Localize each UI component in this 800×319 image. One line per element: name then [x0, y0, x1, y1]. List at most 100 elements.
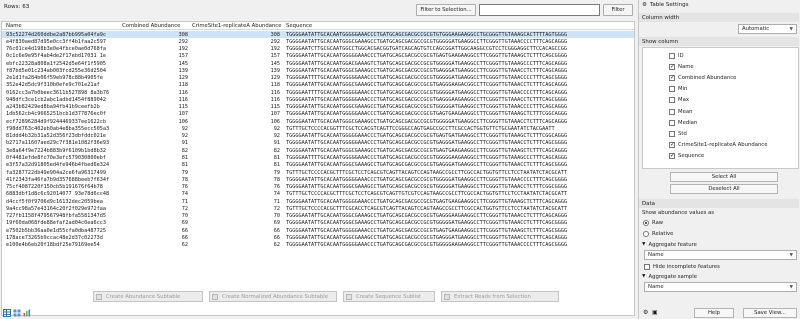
aggregate-sample-header[interactable]: ▼ Aggregate sample: [642, 272, 697, 281]
column-header-replicate-abundance[interactable]: CrimeSite1-replicateA Abundance: [192, 23, 281, 29]
column-toggle[interactable]: Mean: [669, 107, 692, 116]
table-row[interactable]: a243b82429ed8ba94fb41b9ceefb2b 115 115 TGGG…: [2, 104, 634, 111]
aggregate-feature-select[interactable]: Name ▼: [644, 250, 797, 260]
data-section[interactable]: Data: [639, 199, 799, 208]
column-toggle[interactable]: Max: [669, 96, 689, 105]
table-row[interactable]: 19f60da068fde88efaf2ad04c0ea6cc3 69 69 TGGG…: [2, 220, 634, 227]
column-checkbox[interactable]: [669, 74, 675, 81]
table-row[interactable]: 41f2343fa46fa7b9d357688beeb7f634f 78 78 TGG…: [2, 176, 634, 183]
table-row[interactable]: e3f57a32d91805ed4fe946b4fbed6e324 81 81 TGG…: [2, 162, 634, 169]
table-row[interactable]: d4ccf5f0f9706d9c16132dec2059bea 71 71 TGGGG…: [2, 198, 634, 205]
table-row[interactable]: ebfc22328a808a1f2542d5e64f1f5905 145 145 TG…: [2, 60, 634, 67]
table-row[interactable]: ecf72896284d9f9244469337ee1622cb 106 106 TG…: [2, 118, 634, 125]
filter-input[interactable]: [479, 4, 600, 16]
show-column-section[interactable]: Show column: [639, 37, 799, 46]
deselect-all-button[interactable]: Deselect All: [670, 184, 778, 194]
table-row[interactable]: 2e1d1fa284b06f59eb978c88b4905fe 129 129 TGG…: [2, 75, 634, 82]
column-toggle[interactable]: ID: [669, 51, 684, 60]
save-view-button[interactable]: Save View...: [743, 308, 797, 318]
table-row[interactable]: 76c01ce4d198b3e0e4fbce0ae0d768fa 192 192 TG…: [2, 46, 634, 53]
relative-option[interactable]: Relative: [643, 229, 673, 238]
raw-option[interactable]: Raw: [643, 218, 663, 227]
extract-reads-button[interactable]: Extract Reads from Selection: [441, 291, 559, 302]
cell-replicate-abundance: 145: [270, 60, 280, 67]
column-toggle[interactable]: Combined Abundance: [669, 73, 736, 82]
table-row[interactable]: 948dfc3ce1cb2abc1adbd1454f889042 116 116 TG…: [2, 96, 634, 103]
abundance-table[interactable]: Name Combined Abundance CrimeSite1-repli…: [1, 21, 635, 316]
table-row[interactable]: e4f830aed87d95e0cc3ff4b1faa2c597 292 292 TG…: [2, 38, 634, 45]
layout-icon[interactable]: ▣: [652, 309, 658, 316]
create-sequence-sublist-button[interactable]: Create Sequence Sublist: [343, 291, 435, 302]
column-checkbox[interactable]: [669, 63, 675, 70]
column-width-select[interactable]: Automatic ▼: [738, 24, 797, 34]
column-checkbox[interactable]: [669, 152, 675, 160]
table-row[interactable]: 93c52274d260ddbe2a87bb995a04fa9c 308 308 TG…: [2, 31, 634, 39]
column-toggle[interactable]: Min: [669, 85, 687, 94]
table-row[interactable]: e100e4b6eb20f18bdf25e79169ee54 62 62 TGGGGA…: [2, 242, 634, 249]
cell-sequence: TGGGGAATATTGCACAATGGGCGAAAGCCTGATGCAGCGA…: [286, 67, 568, 74]
hide-incomplete-checkbox[interactable]: [644, 263, 650, 270]
chart-view-icon[interactable]: [23, 309, 31, 317]
grid-view-icon[interactable]: [13, 309, 21, 317]
create-normalized-subtable-button[interactable]: Create Normalized Abundance Subtable: [209, 291, 337, 302]
filter-button[interactable]: Filter: [603, 4, 633, 16]
column-checkbox[interactable]: [669, 52, 675, 59]
cell-replicate-abundance: 82: [273, 147, 280, 154]
table-row[interactable]: 3e8a64f9e7224b883b9f6109b1bd8b32 82 82 TGGG…: [2, 147, 634, 154]
column-toggle[interactable]: Median: [669, 118, 697, 127]
column-toggle[interactable]: Name: [669, 62, 694, 71]
table-row[interactable]: 178ace73265b9ccac48e2d37c02273d 66 66 TGGGG…: [2, 234, 634, 241]
column-header-name[interactable]: Name: [6, 23, 22, 29]
raw-radio[interactable]: [643, 219, 649, 226]
table-row[interactable]: fa3287722db49e904a2ce6fa96317499 79 79 TGTT…: [2, 169, 634, 176]
column-checkbox[interactable]: [669, 119, 675, 126]
cell-replicate-abundance: 139: [270, 67, 280, 74]
cell-combined-abundance: 81: [181, 155, 188, 162]
cell-combined-abundance: 92: [181, 125, 188, 132]
cell-combined-abundance: 308: [178, 31, 188, 38]
column-header-combined-abundance[interactable]: Combined Abundance: [122, 23, 180, 29]
settings-icon[interactable]: ⚙: [643, 309, 648, 316]
select-all-button[interactable]: Select All: [670, 172, 778, 182]
column-header-sequence[interactable]: Sequence: [286, 23, 312, 29]
aggregate-sample-value: Name: [648, 284, 664, 290]
column-checkbox[interactable]: [669, 108, 675, 115]
column-checkbox[interactable]: [669, 141, 675, 149]
table-row[interactable]: 75cf4087220f150cb5b191676f64b78 76 76 TGGGG…: [2, 184, 634, 191]
table-row[interactable]: 727fb1158f479567948fbfa5581347d5 70 70 TGGG…: [2, 213, 634, 220]
table-row[interactable]: e7502b5bb36aa0e1d55cfa0dba487725 66 66 TGGG…: [2, 227, 634, 234]
cell-replicate-abundance: 74: [273, 191, 280, 198]
cell-combined-abundance: 292: [178, 38, 188, 45]
column-toggle[interactable]: Sequence: [669, 152, 704, 161]
column-checkbox[interactable]: [669, 86, 675, 93]
column-width-section[interactable]: Column width: [639, 13, 799, 22]
cell-name: 76c01ce4d198b3e0e4fbce0ae0d768fa: [6, 46, 106, 53]
table-row[interactable]: 352e42d5dc9f310b0efe9c701e21af 118 118 TGGG…: [2, 82, 634, 89]
table-row[interactable]: 6883dbf1d8c6c92014077 93e78d6cc48 74 74 TGT…: [2, 191, 634, 198]
table-view-icon[interactable]: [3, 309, 11, 317]
aggregate-feature-header[interactable]: ▼ Aggregate feature: [642, 240, 697, 249]
table-row[interactable]: 0c1c6e9e95f4ab4de2f17ebd17031 1e 157 157 TG…: [2, 53, 634, 60]
status-bar: [0, 306, 637, 319]
relative-radio[interactable]: [643, 230, 649, 237]
hide-incomplete-option[interactable]: Hide incomplete features: [644, 262, 720, 271]
table-row[interactable]: 9a4cc98a57e43164c20f2f029e972faa 72 72 TGTT…: [2, 205, 634, 212]
cell-replicate-abundance: 72: [273, 205, 280, 212]
cell-combined-abundance: 145: [178, 60, 188, 67]
column-checkbox[interactable]: [669, 130, 675, 137]
help-button[interactable]: Help: [694, 308, 734, 318]
table-row[interactable]: 1db562cb4c9665251bcb1d377876ec0f 107 107 TG…: [2, 111, 634, 118]
table-row[interactable]: f87bd5e01c234ab003fcd255e36d2504 139 139 TG…: [2, 67, 634, 74]
table-row[interactable]: b2717a11607aed29c7f381e1082f36e93 91 91 TGG…: [2, 140, 634, 147]
aggregate-sample-select[interactable]: Name ▼: [644, 282, 797, 292]
filter-to-selection-button[interactable]: Filter to Selection...: [416, 4, 476, 16]
table-row[interactable]: f98dd763c402eb0ab4e8ba355ecc505a3 92 92 TGT…: [2, 125, 634, 132]
column-toggle[interactable]: CrimeSite1-replicateA Abundance: [669, 141, 767, 150]
create-abundance-subtable-button[interactable]: Create Abundance Subtable: [93, 291, 203, 302]
table-row[interactable]: 0f4481efde8fc70e3efc579030800ebf 81 81 TGGG…: [2, 155, 634, 162]
column-checkbox[interactable]: [669, 97, 675, 104]
column-toggle[interactable]: Std: [669, 129, 687, 138]
table-row[interactable]: 81ddd4b32b31a52d356f23dbfddc021e 92 92 TGGG…: [2, 133, 634, 140]
create-normalized-subtable-label: Create Normalized Abundance Subtable: [222, 293, 329, 300]
table-row[interactable]: 0162cc3a7b0beec3611b527898 8a3b76 116 116 T…: [2, 89, 634, 96]
